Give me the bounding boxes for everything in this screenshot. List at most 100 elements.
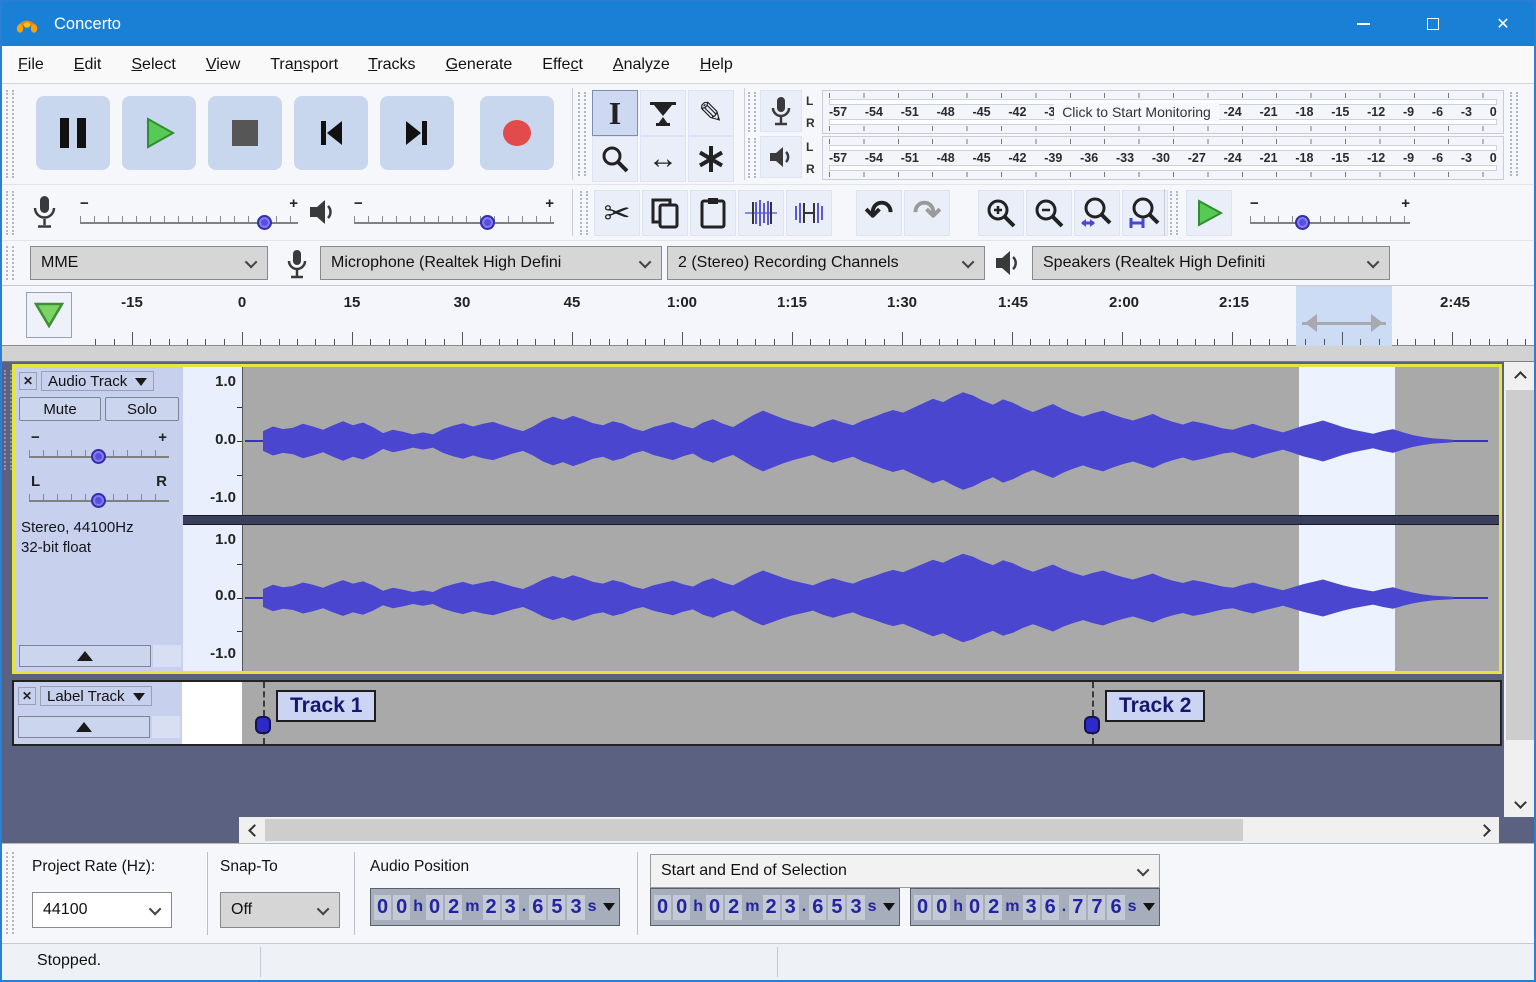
- selection-tool-button[interactable]: I: [592, 90, 638, 136]
- selection-end-field[interactable]: 00h02m36.776s: [910, 888, 1160, 926]
- close-button[interactable]: ✕: [1468, 2, 1536, 46]
- paste-button[interactable]: [690, 190, 736, 236]
- meter-resize-grip[interactable]: [1510, 92, 1518, 176]
- trim-audio-button[interactable]: [738, 190, 784, 236]
- zoom-in-button[interactable]: [978, 190, 1024, 236]
- transport-toolbar-grip[interactable]: [6, 90, 14, 178]
- solo-button[interactable]: Solo: [105, 397, 179, 421]
- play-meter[interactable]: -57-54-51-48-45-42-39-36-33-30-27-24-21-…: [822, 136, 1504, 180]
- menu-view[interactable]: View: [206, 56, 240, 74]
- audio-host-select[interactable]: MME: [30, 246, 268, 280]
- close-track-button[interactable]: ✕: [19, 372, 37, 390]
- record-button[interactable]: [480, 96, 554, 170]
- menu-tracks[interactable]: Tracks: [368, 56, 415, 74]
- label-track-content[interactable]: Track 1 Track 2: [242, 682, 1500, 744]
- track-name-menu[interactable]: Label Track: [40, 686, 152, 706]
- mute-button[interactable]: Mute: [19, 397, 101, 421]
- timeline-options-button[interactable]: [26, 292, 72, 338]
- minimize-button[interactable]: [1328, 2, 1398, 46]
- menu-effect[interactable]: Effect: [542, 56, 583, 74]
- ruler-scale[interactable]: -1501530451:001:151:301:452:002:152:302:…: [80, 286, 1534, 346]
- horizontal-scrollbar[interactable]: [239, 817, 1499, 843]
- cut-button[interactable]: ✂: [594, 190, 640, 236]
- redo-button[interactable]: ↷: [904, 190, 950, 236]
- menu-file[interactable]: File: [18, 56, 44, 74]
- maximize-button[interactable]: [1398, 2, 1468, 46]
- play-speed-slider[interactable]: − +: [1250, 199, 1410, 231]
- play-speed-toolbar-grip[interactable]: [1170, 191, 1178, 235]
- skip-to-end-button[interactable]: [380, 96, 454, 170]
- collapse-track-button[interactable]: [19, 645, 151, 667]
- pan-thumb[interactable]: [91, 493, 106, 508]
- time-field-dropdown-icon[interactable]: [1143, 903, 1155, 917]
- track-workspace[interactable]: ✕ Audio Track Mute Solo − + L R Ste: [2, 362, 1534, 843]
- gain-slider[interactable]: − +: [29, 433, 169, 465]
- track-name-menu[interactable]: Audio Track: [41, 371, 154, 391]
- scroll-down-button[interactable]: [1504, 791, 1536, 817]
- waveform-channel-2[interactable]: [243, 525, 1499, 671]
- label-text[interactable]: Track 1: [276, 690, 376, 722]
- zoom-out-button[interactable]: [1026, 190, 1072, 236]
- record-meter-grip[interactable]: [748, 92, 756, 132]
- pan-slider[interactable]: L R: [29, 477, 169, 509]
- scroll-right-button[interactable]: [1473, 817, 1499, 843]
- collapse-track-button[interactable]: [18, 716, 150, 738]
- ruler-selection-region[interactable]: [1296, 286, 1392, 346]
- multi-tool-button[interactable]: [688, 136, 734, 182]
- scroll-left-button[interactable]: [239, 817, 265, 843]
- play-at-speed-button[interactable]: [1186, 190, 1232, 236]
- vertical-ruler-ch2[interactable]: 1.0 0.0 -1.0: [183, 525, 243, 671]
- skip-to-start-button[interactable]: [294, 96, 368, 170]
- playback-volume-slider[interactable]: − +: [354, 199, 554, 231]
- menu-select[interactable]: Select: [131, 56, 175, 74]
- horizontal-scroll-thumb[interactable]: [265, 819, 1243, 841]
- scroll-up-button[interactable]: [1504, 362, 1536, 388]
- time-field-dropdown-icon[interactable]: [883, 903, 895, 917]
- close-track-button[interactable]: ✕: [18, 687, 36, 705]
- record-volume-thumb[interactable]: [257, 215, 272, 230]
- menu-help[interactable]: Help: [700, 56, 733, 74]
- play-meter-speaker-button[interactable]: [760, 136, 802, 178]
- label-stem[interactable]: [1092, 682, 1094, 744]
- menu-generate[interactable]: Generate: [446, 56, 513, 74]
- label-stem[interactable]: [263, 682, 265, 744]
- label-handle[interactable]: [1084, 716, 1100, 734]
- selection-toolbar-grip[interactable]: [6, 852, 14, 934]
- play-speed-thumb[interactable]: [1295, 215, 1310, 230]
- silence-audio-button[interactable]: [786, 190, 832, 236]
- mixer-toolbar-grip[interactable]: [6, 191, 14, 235]
- device-toolbar-grip[interactable]: [6, 246, 14, 280]
- vertical-scroll-thumb[interactable]: [1506, 390, 1534, 740]
- recording-device-select[interactable]: Microphone (Realtek High Defini: [320, 246, 662, 280]
- playback-device-select[interactable]: Speakers (Realtek High Definiti: [1032, 246, 1390, 280]
- snap-to-select[interactable]: Off: [220, 892, 340, 928]
- play-button[interactable]: [122, 96, 196, 170]
- tools-toolbar-grip[interactable]: [578, 92, 586, 176]
- vertical-ruler-ch1[interactable]: 1.0 0.0 -1.0: [183, 367, 243, 515]
- gain-thumb[interactable]: [91, 449, 106, 464]
- play-meter-grip[interactable]: [748, 138, 756, 178]
- copy-button[interactable]: [642, 190, 688, 236]
- record-meter-mic-button[interactable]: [760, 90, 802, 132]
- envelope-tool-button[interactable]: [640, 90, 686, 136]
- audio-position-field[interactable]: 00h02m23.653s: [370, 888, 620, 926]
- vertical-scrollbar[interactable]: [1504, 362, 1536, 817]
- timeshift-tool-button[interactable]: ↔: [640, 136, 686, 182]
- zoom-tool-button[interactable]: [592, 136, 638, 182]
- menu-transport[interactable]: Transport: [270, 56, 338, 74]
- pause-button[interactable]: [36, 96, 110, 170]
- draw-tool-button[interactable]: ✎: [688, 90, 734, 136]
- edit-toolbar-grip[interactable]: [580, 191, 588, 235]
- label-handle[interactable]: [255, 716, 271, 734]
- playback-volume-thumb[interactable]: [480, 215, 495, 230]
- record-volume-slider[interactable]: − +: [80, 199, 298, 231]
- recording-channels-select[interactable]: 2 (Stereo) Recording Channels: [667, 246, 985, 280]
- selection-mode-select[interactable]: Start and End of Selection: [650, 854, 1160, 888]
- project-rate-select[interactable]: 44100: [32, 892, 172, 928]
- zoom-selection-button[interactable]: [1074, 190, 1120, 236]
- record-meter[interactable]: -57-54-51-48-45-42-39-36-33-30-27-24-21-…: [822, 90, 1504, 134]
- label-text[interactable]: Track 2: [1105, 690, 1205, 722]
- waveform-channel-1[interactable]: [243, 367, 1499, 515]
- timeline-ruler[interactable]: -1501530451:001:151:301:452:002:152:302:…: [2, 286, 1534, 346]
- channel-divider[interactable]: [183, 515, 1499, 525]
